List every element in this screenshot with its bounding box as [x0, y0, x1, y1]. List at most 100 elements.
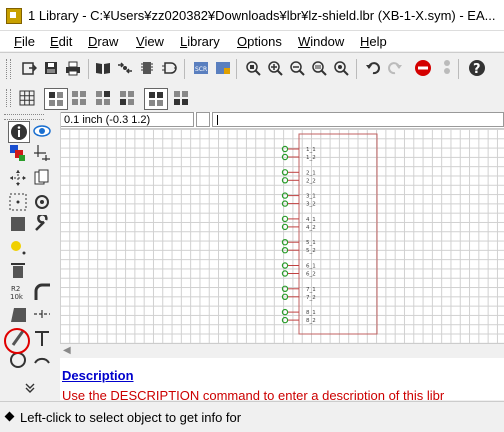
zoom-in-icon[interactable] [266, 59, 284, 77]
polygon-icon[interactable] [8, 214, 28, 234]
group-icon[interactable] [8, 192, 28, 212]
highlight-ring [4, 328, 30, 354]
menu-library[interactable]: Library [180, 34, 220, 49]
menu-edit[interactable]: Edit [50, 34, 72, 49]
grid-icon[interactable] [18, 89, 36, 107]
drawing-canvas[interactable]: 1_1 1_2 2_1 2_2 3_1 3_2 4_1 4_2 5_1 5_2 6_1 6_2 7_1 7… [60, 129, 504, 343]
display-layers-icon[interactable] [8, 143, 28, 163]
pin-end-icon [281, 145, 289, 153]
app-icon [6, 8, 22, 24]
optimize-icon[interactable] [32, 304, 52, 324]
pin-label: 4_2 [306, 225, 316, 231]
more-tools-icon[interactable] [20, 378, 40, 398]
layout-grid-icon[interactable] [118, 89, 136, 107]
change-icon[interactable] [32, 214, 52, 234]
print-icon[interactable] [64, 59, 82, 77]
paste-icon[interactable] [8, 238, 28, 258]
pin-label: 8_2 [306, 318, 316, 324]
pin-label: 6_1 [306, 264, 316, 270]
copy-icon[interactable] [32, 168, 52, 188]
status-diamond-icon [4, 411, 15, 422]
mark-icon[interactable] [32, 143, 52, 163]
value-icon[interactable]: R2 10k [8, 282, 28, 302]
gate-icon[interactable] [160, 59, 178, 77]
pin-end-icon [281, 192, 289, 199]
script-icon[interactable]: SCR [192, 59, 210, 77]
pin-label: 8_1 [306, 310, 316, 316]
help-icon[interactable]: ? [468, 59, 486, 77]
stop-icon[interactable] [414, 59, 432, 77]
undo-icon[interactable] [364, 59, 382, 77]
menu-help[interactable]: Help [360, 34, 387, 49]
pin-label: 3_1 [306, 194, 316, 200]
split-icon[interactable] [8, 304, 28, 324]
layout-alt-icon[interactable] [94, 89, 112, 107]
delete-icon[interactable] [8, 260, 28, 280]
symbol-outline[interactable] [298, 133, 378, 335]
description-link[interactable]: Description [62, 368, 134, 383]
layout-single-icon[interactable] [44, 88, 68, 110]
pin-label: 1_2 [306, 155, 316, 161]
coordinate-display: 0.1 inch (-0.3 1.2) [60, 112, 194, 127]
command-history-toggle[interactable] [196, 112, 210, 127]
layout-extra-icon[interactable] [172, 89, 190, 107]
pin-label: 4_1 [306, 217, 316, 223]
pin-end-icon [281, 262, 289, 269]
toolbar-grip[interactable] [6, 89, 11, 107]
zoom-select-icon[interactable] [332, 59, 350, 77]
arc-icon[interactable] [32, 350, 52, 370]
menu-options[interactable]: Options [237, 34, 282, 49]
toolbar-separator [88, 59, 89, 79]
toolbar-separator [184, 59, 185, 79]
rotate-icon[interactable] [32, 192, 52, 212]
layout-selected-icon[interactable] [144, 88, 168, 110]
grid-toolbar [0, 85, 504, 113]
description-panel: Description Use the DESCRIPTION command … [60, 358, 504, 400]
palette-grip[interactable] [4, 114, 44, 120]
title-bar: 1 Library - C:¥Users¥zz020382¥Downloads¥… [0, 0, 504, 31]
svg-text:10k: 10k [10, 293, 24, 301]
pin-end-icon [281, 285, 289, 292]
pin-label: 5_2 [306, 248, 316, 254]
show-icon[interactable] [32, 121, 52, 141]
miter-icon[interactable] [32, 282, 52, 302]
book-icon[interactable] [94, 59, 112, 77]
zoom-redraw-icon[interactable] [310, 59, 328, 77]
layout-quad-icon[interactable] [70, 89, 88, 107]
pin-end-icon [281, 293, 289, 300]
pin-end-icon [281, 316, 289, 324]
move-icon[interactable] [8, 168, 28, 188]
horizontal-scrollbar[interactable]: ◀ [60, 343, 504, 358]
pin-end-icon [281, 308, 289, 316]
pin-end-icon [281, 169, 289, 176]
status-bar: Left-click to select object to get info … [0, 401, 504, 432]
main-toolbar: SCR ? [0, 52, 504, 86]
menu-bar: File Edit Draw View Library Options Wind… [0, 31, 504, 51]
toolbar-grip[interactable] [6, 59, 11, 79]
symbol-drawing: 1_1 1_2 2_1 2_2 3_1 3_2 4_1 4_2 5_1 5_2 6_1 6_2 7_1 7… [281, 133, 378, 335]
zoom-out-icon[interactable] [288, 59, 306, 77]
arrows-icon[interactable] [116, 59, 134, 77]
pin-end-icon [281, 200, 289, 207]
info-icon[interactable] [8, 121, 30, 143]
svg-text:R2: R2 [11, 285, 20, 293]
open-icon[interactable] [20, 59, 38, 77]
pin-label: 3_2 [306, 202, 316, 208]
zoom-fit-icon[interactable] [244, 59, 262, 77]
command-input[interactable] [212, 112, 504, 127]
save-icon[interactable] [42, 59, 60, 77]
toolbar-separator [458, 59, 459, 79]
pin-label: 7_2 [306, 295, 316, 301]
menu-draw[interactable]: Draw [88, 34, 118, 49]
window-title: 1 Library - C:¥Users¥zz020382¥Downloads¥… [28, 8, 496, 23]
redo-icon[interactable] [386, 59, 404, 77]
menu-file[interactable]: File [14, 34, 35, 49]
pin-end-icon [281, 223, 289, 231]
pin-end-icon [281, 238, 289, 246]
chip-icon[interactable] [138, 59, 156, 77]
scroll-left-icon[interactable]: ◀ [63, 345, 71, 356]
menu-window[interactable]: Window [298, 34, 344, 49]
text-icon[interactable] [32, 328, 52, 348]
ulp-icon[interactable] [214, 59, 232, 77]
menu-view[interactable]: View [136, 34, 164, 49]
